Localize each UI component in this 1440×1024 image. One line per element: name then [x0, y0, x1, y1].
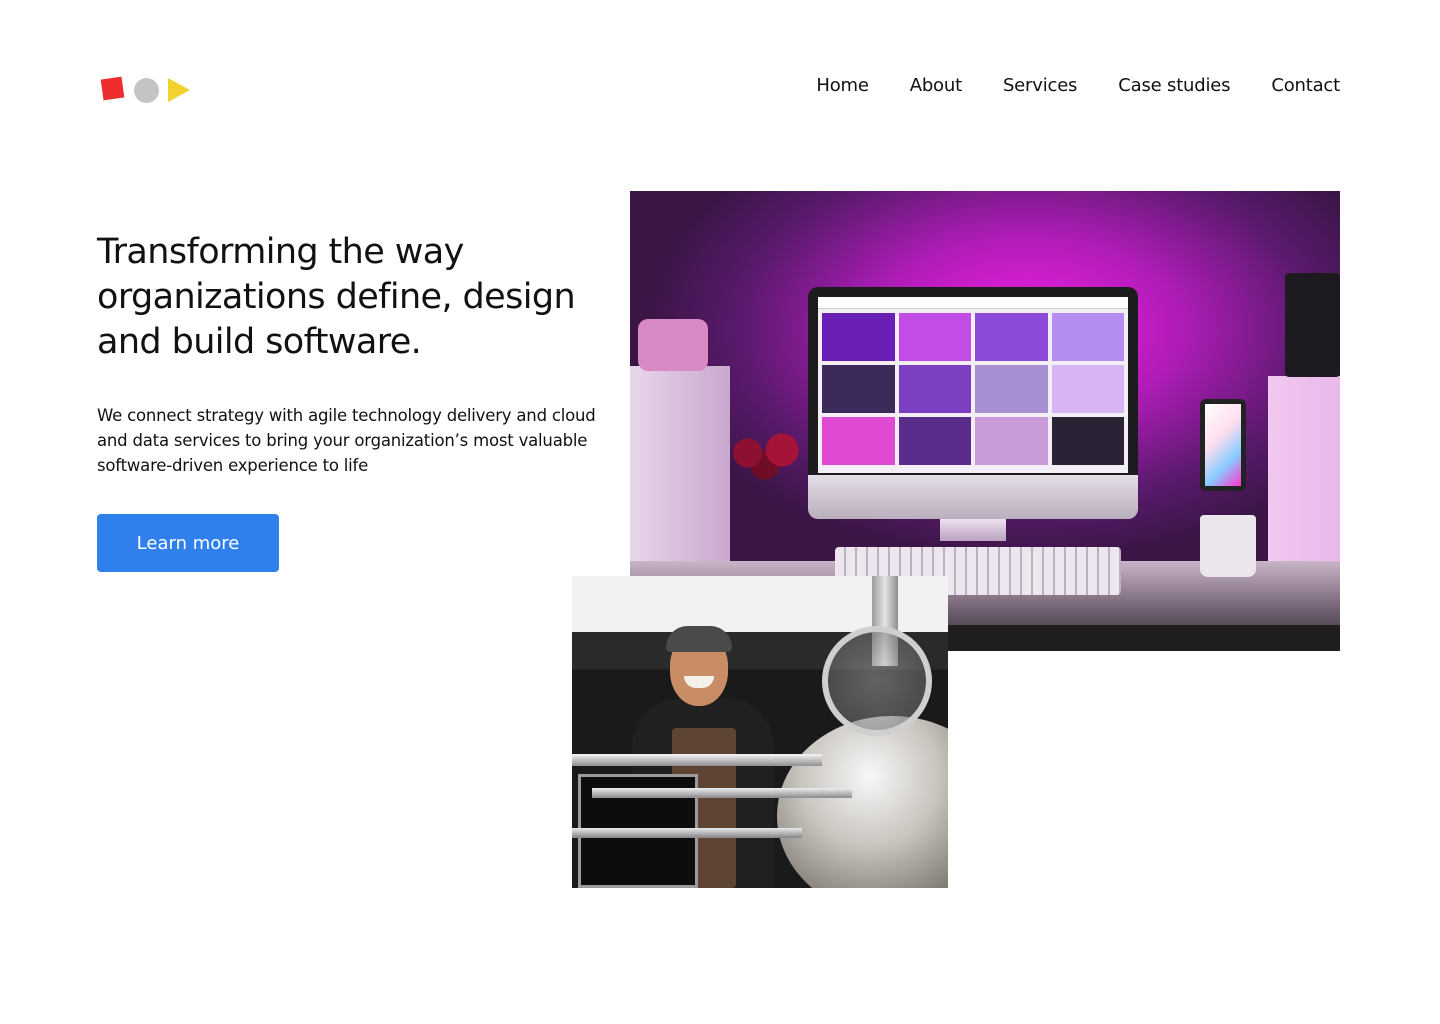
phone [1200, 399, 1246, 491]
tank-lid [822, 626, 932, 736]
flowers [722, 423, 808, 483]
grid-tile [898, 417, 971, 465]
nav-link-home[interactable]: Home [816, 75, 869, 96]
grid-tile [822, 365, 895, 413]
grid-tile [898, 313, 971, 361]
grid-tile [822, 313, 895, 361]
grid-tile [1051, 365, 1124, 413]
nav-link-services[interactable]: Services [1003, 75, 1078, 96]
screen-toolbar [818, 297, 1128, 309]
logo[interactable] [100, 76, 192, 104]
hero-subtext: We connect strategy with agile technolog… [97, 406, 596, 475]
phone-screen [1205, 404, 1241, 486]
grid-tile [975, 313, 1048, 361]
grid-tile [822, 417, 895, 465]
monitor-screen [818, 297, 1128, 473]
pipe [592, 788, 852, 798]
brewing-tank [777, 716, 948, 888]
logo-grey-circle-icon [134, 78, 159, 103]
pipe [572, 828, 802, 838]
grid-tile [898, 365, 971, 413]
main-nav: Home About Services Case studies Contact [816, 75, 1340, 96]
nav-link-about[interactable]: About [910, 75, 962, 96]
monitor-stand [940, 519, 1006, 541]
learn-more-button[interactable]: Learn more [97, 514, 279, 572]
image-grid [818, 309, 1128, 469]
instant-camera [638, 319, 708, 371]
monitor-chin [808, 475, 1138, 519]
logo-red-square-icon [100, 76, 125, 101]
left-shelf [630, 366, 730, 566]
hero-headline: Transforming the way organizations defin… [97, 232, 576, 362]
brewer-photo [572, 576, 948, 888]
man-cap [666, 626, 732, 652]
right-shelf [1268, 376, 1340, 566]
mug [1200, 515, 1256, 577]
nav-link-case-studies[interactable]: Case studies [1118, 75, 1230, 96]
grid-tile [975, 417, 1048, 465]
pipe [572, 754, 822, 766]
logo-yellow-triangle-icon [168, 78, 190, 102]
grid-tile [1051, 417, 1124, 465]
nav-link-contact[interactable]: Contact [1271, 75, 1340, 96]
speaker [1285, 273, 1340, 377]
grid-tile [975, 365, 1048, 413]
grid-tile [1051, 313, 1124, 361]
